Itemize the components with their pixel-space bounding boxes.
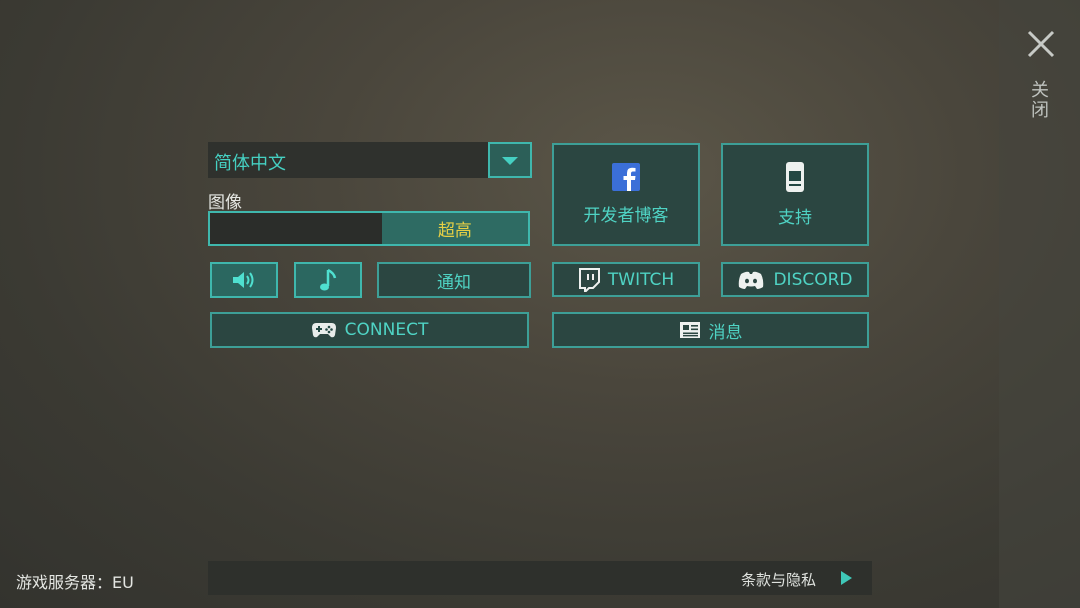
notifications-label: 通知 — [437, 272, 471, 293]
dev-blog-label: 开发者博客 — [583, 206, 669, 226]
graphics-label: 图像 — [208, 193, 242, 213]
news-label: 消息 — [708, 322, 743, 343]
music-toggle-button[interactable] — [294, 262, 362, 298]
terms-privacy-link[interactable]: 条款与隐私 — [741, 569, 816, 590]
play-arrow-icon[interactable] — [841, 571, 852, 585]
twitch-button[interactable]: TWITCH — [552, 262, 700, 297]
server-label: 游戏服务器： — [16, 573, 113, 592]
support-button[interactable]: 支持 — [721, 143, 869, 246]
close-icon[interactable] — [1027, 30, 1055, 58]
discord-icon — [739, 271, 764, 289]
graphics-quality-slider[interactable]: 超高 — [208, 211, 530, 246]
side-panel: 关闭 — [999, 0, 1080, 608]
gamepad-icon — [311, 323, 336, 338]
language-value: 简体中文 — [214, 153, 286, 174]
connect-button[interactable]: CONNECT — [210, 312, 529, 348]
newspaper-icon — [679, 322, 700, 338]
notifications-button[interactable]: 通知 — [377, 262, 531, 298]
dropdown-button[interactable] — [488, 142, 532, 178]
chevron-down-icon — [502, 157, 518, 165]
footer-bar: 条款与隐私 — [208, 561, 872, 595]
server-info: 游戏服务器：EU — [16, 569, 134, 593]
facebook-icon — [612, 163, 640, 191]
news-button[interactable]: 消息 — [552, 312, 869, 348]
sound-toggle-button[interactable] — [210, 262, 278, 298]
server-value: EU — [112, 573, 134, 592]
language-select[interactable]: 简体中文 — [208, 142, 532, 178]
phone-icon — [786, 162, 804, 192]
twitch-icon — [578, 267, 600, 292]
twitch-label: TWITCH — [607, 269, 675, 290]
connect-label: CONNECT — [344, 320, 429, 340]
speaker-icon — [233, 272, 254, 288]
dev-blog-button[interactable]: 开发者博客 — [552, 143, 700, 246]
discord-button[interactable]: DISCORD — [721, 262, 869, 297]
close-label[interactable]: 关闭 — [1027, 80, 1051, 120]
music-note-icon — [320, 268, 337, 291]
support-label: 支持 — [778, 208, 812, 228]
quality-value: 超高 — [437, 221, 472, 241]
discord-label: DISCORD — [773, 269, 853, 290]
